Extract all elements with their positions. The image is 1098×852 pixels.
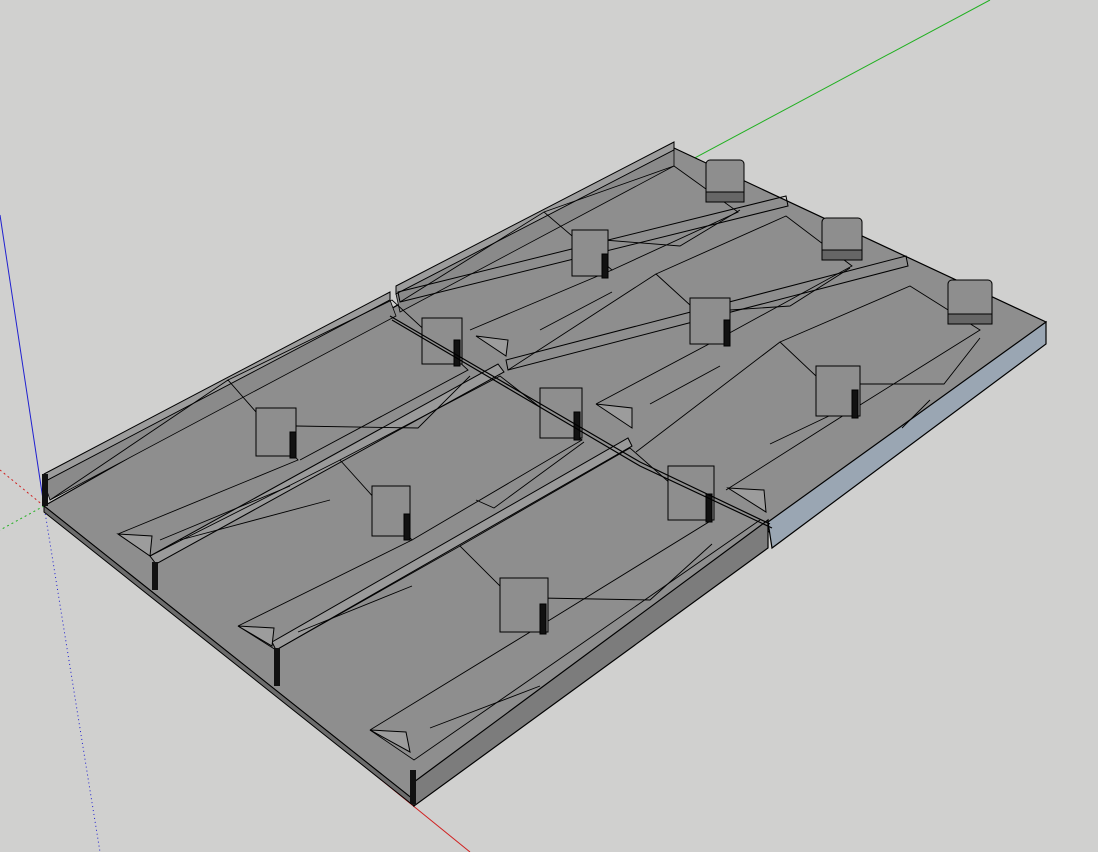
tab-2[interactable]: [371, 485, 411, 541]
blue-axis: [0, 214, 45, 507]
sketchup-model-viewport[interactable]: [0, 0, 1098, 852]
tab-back-2[interactable]: [821, 217, 863, 261]
tab-1[interactable]: [255, 407, 297, 459]
tray-model[interactable]: [42, 141, 1048, 808]
tab-9[interactable]: [815, 365, 861, 419]
tab-5[interactable]: [539, 387, 583, 441]
tab-4[interactable]: [421, 317, 463, 367]
3d-scene[interactable]: [0, 0, 1098, 852]
tab-7[interactable]: [571, 229, 609, 279]
corner-post-front-2: [274, 648, 280, 686]
red-axis-negative: [0, 469, 45, 507]
tab-back-3[interactable]: [947, 279, 993, 325]
tab-8[interactable]: [689, 297, 731, 347]
corner-post-front-1: [152, 562, 158, 590]
tab-back-1[interactable]: [705, 159, 745, 203]
blue-axis-negative: [43, 505, 101, 852]
corner-post-left: [42, 474, 48, 506]
green-axis-negative: [0, 505, 45, 531]
corner-post-front-3: [410, 770, 416, 804]
tab-3[interactable]: [499, 577, 549, 635]
